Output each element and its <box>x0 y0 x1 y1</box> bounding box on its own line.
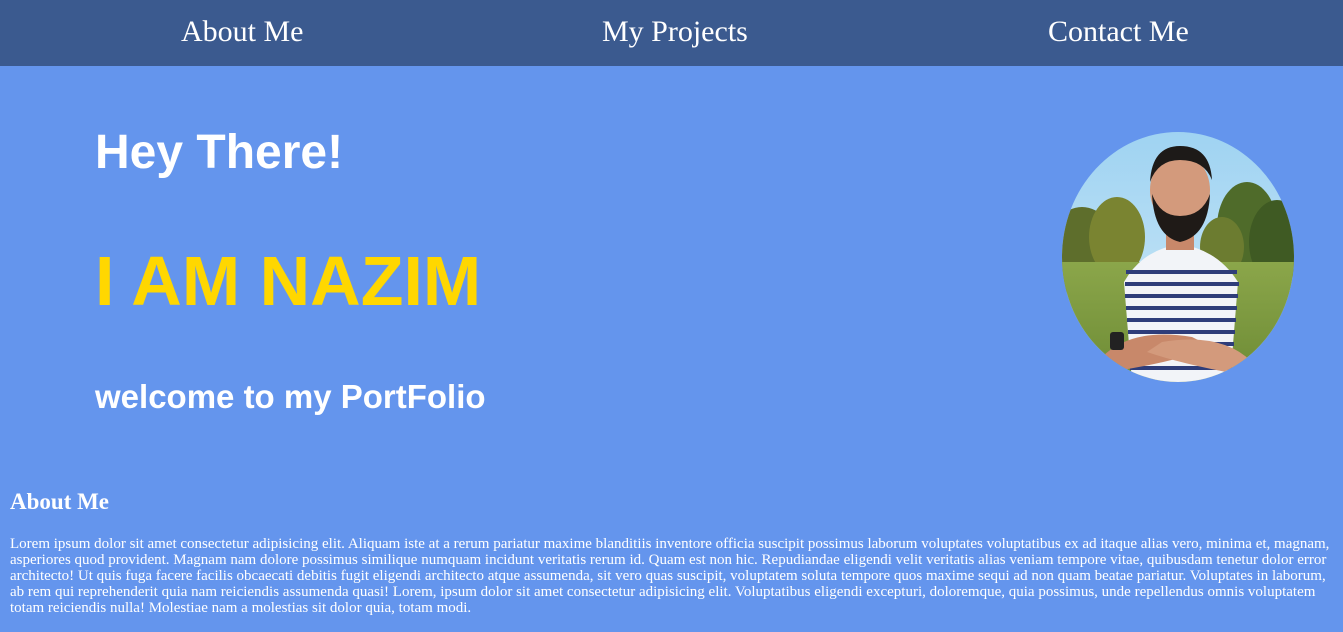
about-heading: About Me <box>10 489 110 514</box>
top-navbar: About Me My Projects Contact Me <box>0 0 1343 66</box>
nav-link-my-projects[interactable]: My Projects <box>602 13 748 51</box>
about-paragraph: Lorem ipsum dolor sit amet consectetur a… <box>10 536 1330 616</box>
profile-photo-avatar <box>1062 132 1294 382</box>
hero-greeting: Hey There! <box>95 126 344 179</box>
nav-link-about-me[interactable]: About Me <box>181 13 304 51</box>
profile-photo-illustration <box>1062 132 1294 382</box>
nav-link-contact-me[interactable]: Contact Me <box>1048 13 1189 51</box>
hero-welcome-text: welcome to my PortFolio <box>95 378 486 415</box>
hero-name: I AM NAZIM <box>95 242 482 320</box>
